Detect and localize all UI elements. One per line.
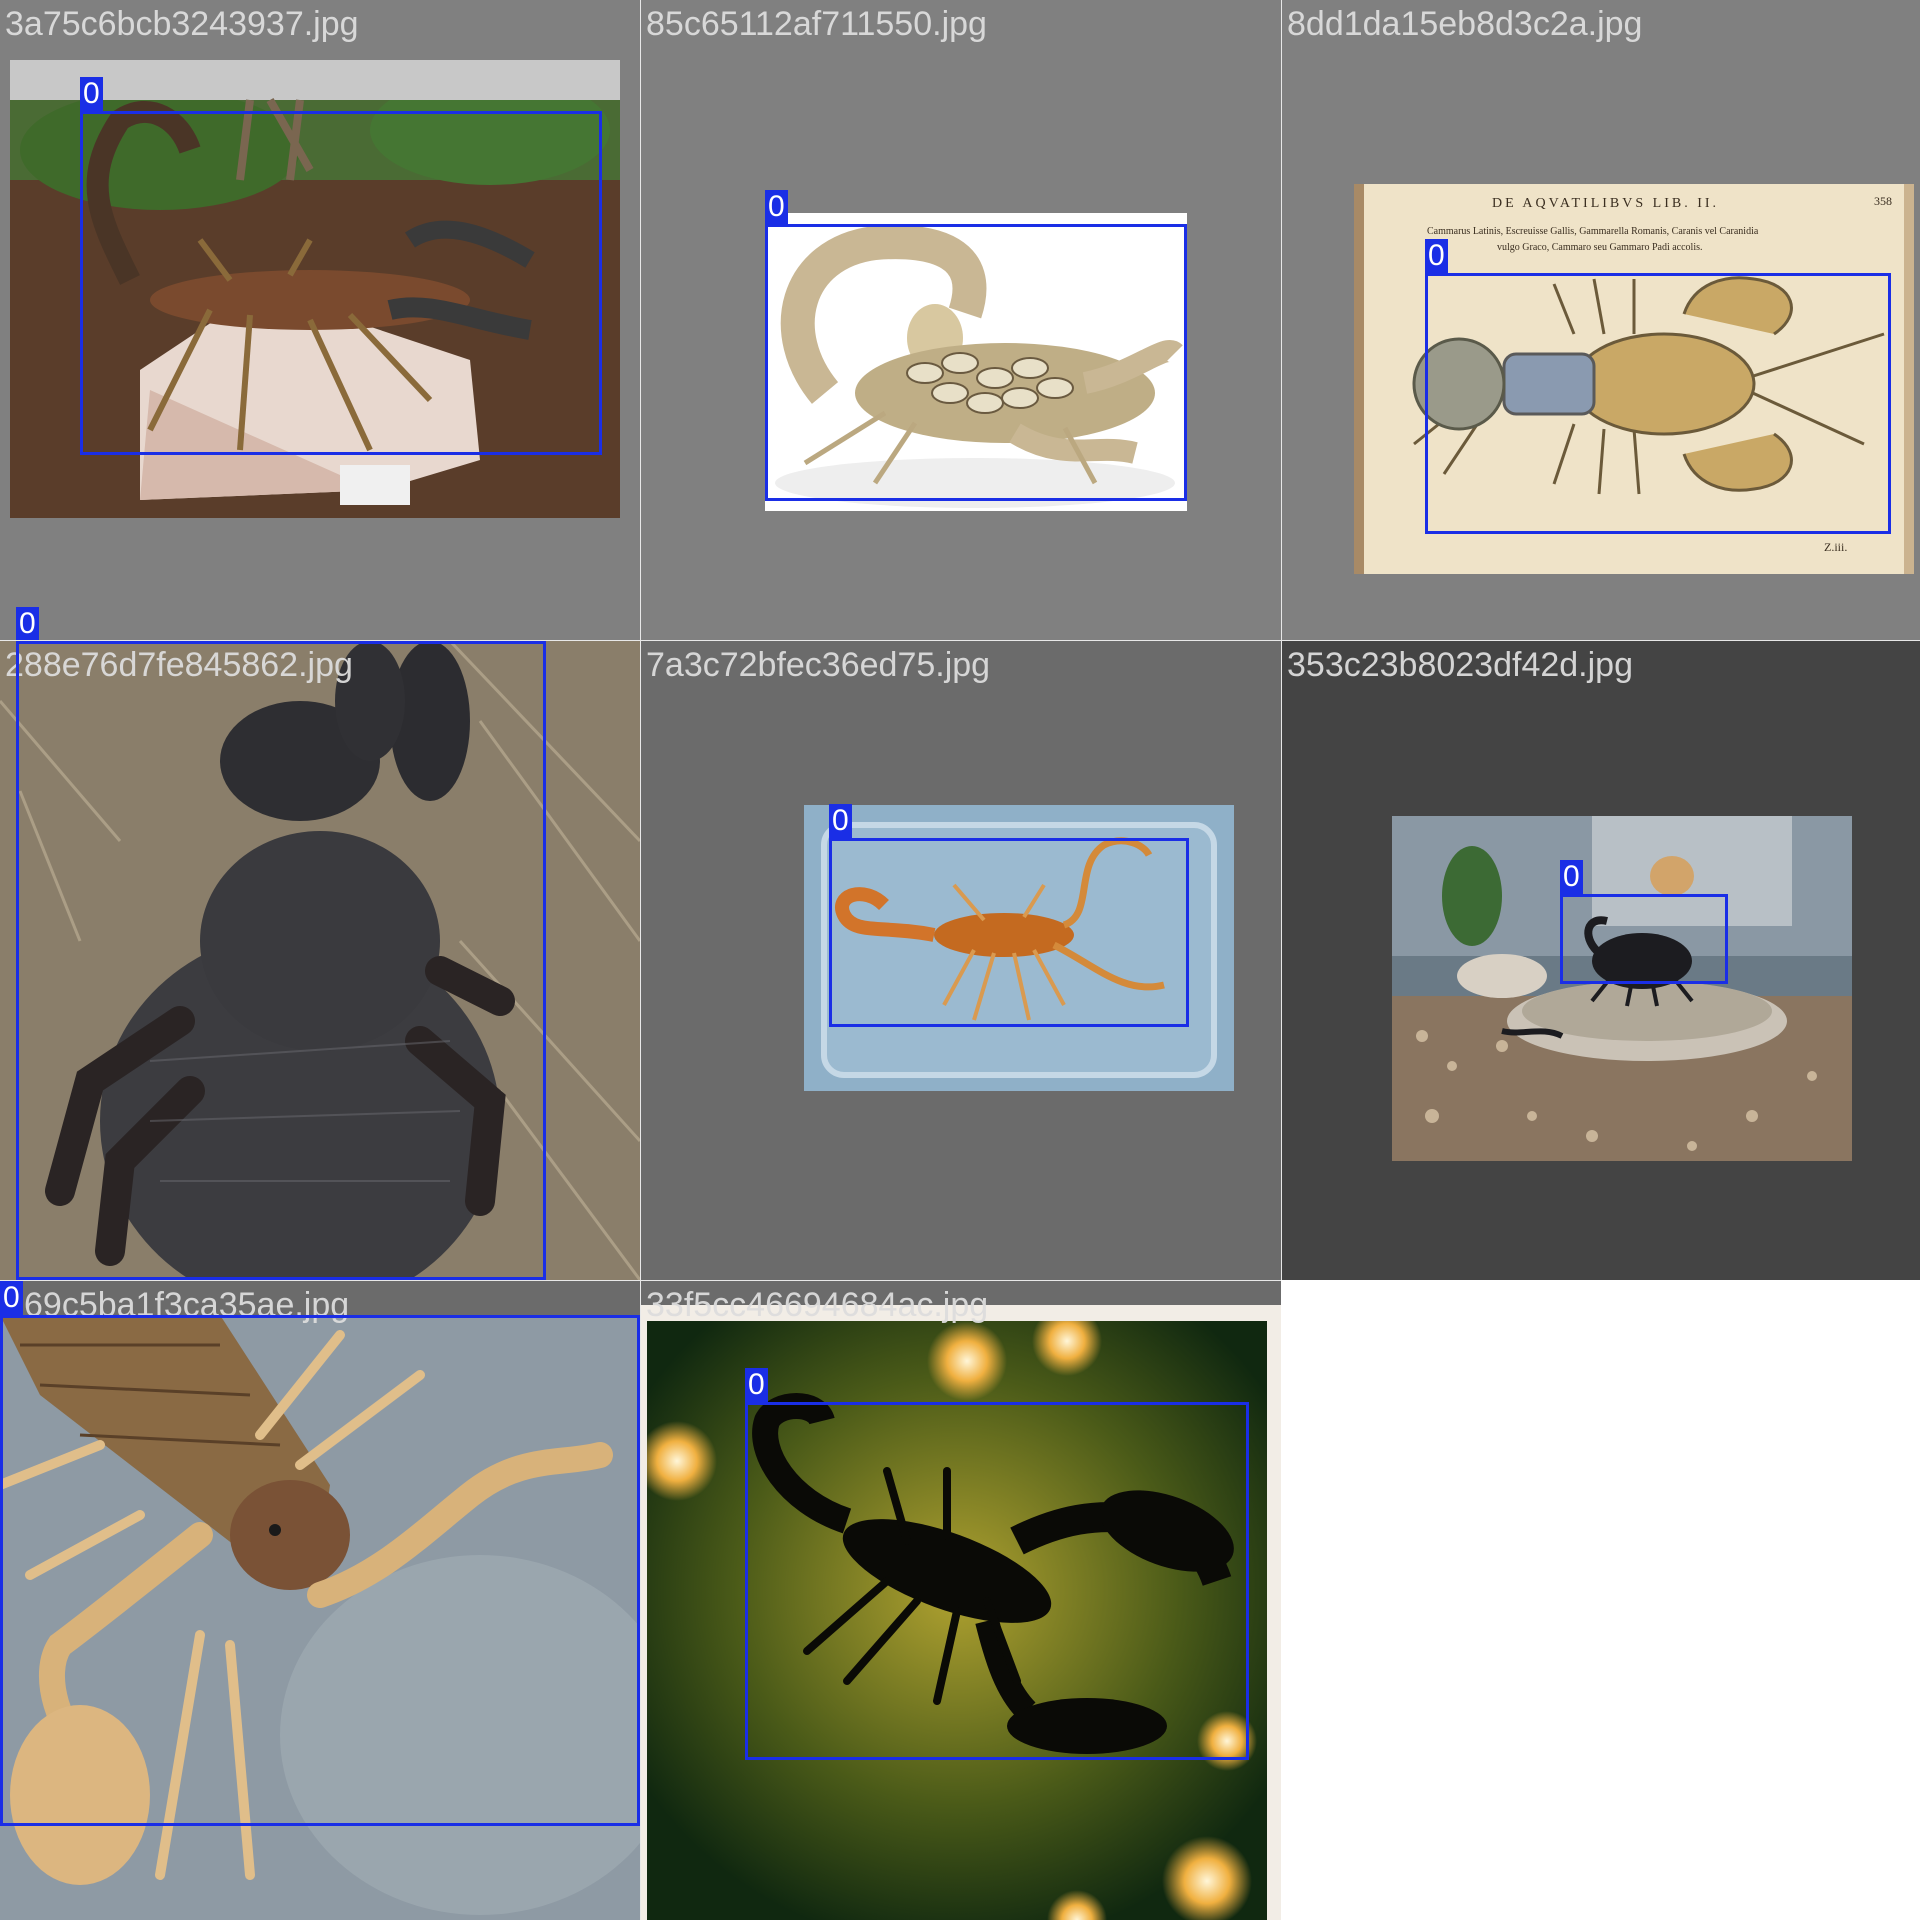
detection-bbox[interactable] xyxy=(1425,273,1891,534)
class-label: 0 xyxy=(80,77,103,111)
mosaic-cell[interactable]: 353c23b8023df42d.jpg 0 xyxy=(1282,641,1920,1280)
detection-bbox[interactable] xyxy=(1560,894,1728,984)
image-filename: 3a75c6bcb3243937.jpg xyxy=(5,5,359,43)
mosaic-cell[interactable]: 7a3c72bfec36ed75.jpg 0 xyxy=(641,641,1281,1280)
book-header: DE AQVATILIBVS LIB. II. xyxy=(1492,196,1720,211)
class-label: 0 xyxy=(829,804,852,838)
mosaic-cell[interactable]: 8dd1da15eb8d3c2a.jpg DE AQVATILIBVS LIB.… xyxy=(1282,0,1920,640)
grid-divider xyxy=(640,0,641,1920)
class-label: 0 xyxy=(765,190,788,224)
class-label: 0 xyxy=(16,607,39,641)
book-caption-line-1: Cammarus Latinis, Escreuisse Gallis, Gam… xyxy=(1427,226,1759,237)
detection-bbox[interactable] xyxy=(16,641,546,1280)
book-footer: Z.iii. xyxy=(1824,540,1848,554)
empty-cell xyxy=(1282,1281,1920,1920)
mosaic-cell[interactable]: 85c65112af711550.jpg 0 xyxy=(641,0,1281,640)
grid-divider xyxy=(0,640,1920,641)
image-filename: 8dd1da15eb8d3c2a.jpg xyxy=(1287,5,1643,43)
book-page-number: 358 xyxy=(1874,194,1892,208)
class-label: 0 xyxy=(745,1368,768,1402)
terrarium-scorpion-image xyxy=(1392,816,1852,1161)
detection-bbox[interactable] xyxy=(829,838,1189,1027)
mosaic-cell[interactable]: 3a75c6bcb3243937.jpg 0 xyxy=(0,0,640,640)
image-filename: 7a3c72bfec36ed75.jpg xyxy=(646,646,991,684)
detection-bbox[interactable] xyxy=(80,111,602,455)
image-filename: 33f5cc46694684ac.jpg xyxy=(646,1286,989,1324)
image-filename: 353c23b8023df42d.jpg xyxy=(1287,646,1633,684)
detection-bbox[interactable] xyxy=(0,1315,640,1826)
detection-bbox[interactable] xyxy=(745,1402,1249,1760)
class-label: 0 xyxy=(0,1281,23,1315)
book-caption-line-2: vulgo Graco, Cammaro seu Gammaro Padi ac… xyxy=(1497,242,1703,253)
class-label: 0 xyxy=(1425,239,1448,273)
detection-bbox[interactable] xyxy=(765,224,1187,501)
grid-divider xyxy=(0,1280,1281,1281)
image-filename: 85c65112af711550.jpg xyxy=(646,5,987,43)
mosaic-cell[interactable]: 33f5cc46694684ac.jpg 0 xyxy=(641,1281,1281,1920)
class-label: 0 xyxy=(1560,860,1583,894)
